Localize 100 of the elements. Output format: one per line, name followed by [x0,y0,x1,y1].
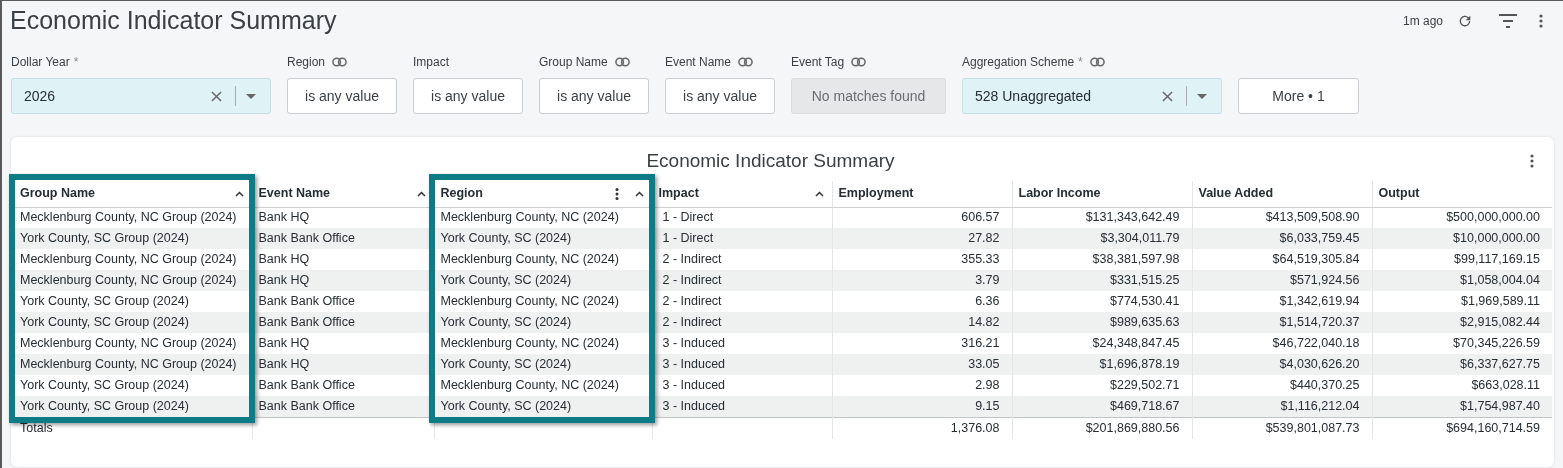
table-cell: 2 - Indirect [652,270,832,291]
required-mark: * [73,54,79,71]
required-mark: * [1078,54,1083,71]
sort-ascending-icon[interactable] [634,190,644,197]
table-cell: $440,370.25 [1192,375,1372,396]
table-cell: 355.33 [832,249,1012,270]
filter-field[interactable]: is any value [413,78,523,114]
column-header[interactable]: Value Added [1192,181,1372,207]
filter-label: Impact [413,54,449,71]
table-cell: $500,000,000.00 [1372,207,1552,228]
table-cell: $99,117,169.15 [1372,249,1552,270]
table-cell: $1,342,619.94 [1192,291,1372,312]
totals-cell: Totals [14,417,252,439]
column-header[interactable]: Impact [652,181,832,207]
table-cell: 3.79 [832,270,1012,291]
filter-field[interactable]: is any value [287,78,397,114]
column-header[interactable]: Labor Income [1012,181,1192,207]
dropdown-caret-icon[interactable] [246,93,256,99]
select-field[interactable]: 528 Unaggregated [962,78,1222,114]
filter-icon[interactable] [1499,14,1517,28]
table-cell: 6.36 [832,291,1012,312]
clear-icon[interactable] [1162,90,1173,102]
totals-cell: 1,376.08 [832,417,1012,439]
table-cell: 3 - Induced [652,333,832,354]
select-field[interactable]: 2026 [11,78,271,114]
table-cell: $774,530.41 [1012,291,1192,312]
clear-icon[interactable] [211,90,222,102]
column-menu-icon[interactable] [614,187,619,200]
link-icon[interactable] [1089,57,1105,67]
table-cell: $4,030,626.20 [1192,354,1372,375]
table-cell: 2.98 [832,375,1012,396]
link-icon[interactable] [614,57,630,67]
table-cell: 1 - Direct [652,228,832,249]
table-cell: $1,058,004.04 [1372,270,1552,291]
table-cell: $989,635.63 [1012,312,1192,333]
table-cell: 3 - Induced [652,396,832,417]
page-title: Economic Indicator Summary [10,5,337,37]
table-cell: $229,502.71 [1012,375,1192,396]
table-cell: 3 - Induced [652,354,832,375]
totals-cell: $539,801,087.73 [1192,417,1372,439]
table-cell: $331,515.25 [1012,270,1192,291]
table-cell: $1,969,589.11 [1372,291,1552,312]
column-header[interactable]: Event Name [252,181,434,207]
refresh-icon[interactable] [1457,13,1473,29]
table-cell: $1,116,212.04 [1192,396,1372,417]
table-cell: 33.05 [832,354,1012,375]
table-cell: $131,343,642.49 [1012,207,1192,228]
table-cell: $571,924.56 [1192,270,1372,291]
table-cell: 2 - Indirect [652,312,832,333]
table-cell: $46,722,040.18 [1192,333,1372,354]
table-cell: $1,514,720.37 [1192,312,1372,333]
table-cell: $2,915,082.44 [1372,312,1552,333]
table-cell: $1,754,987.40 [1372,396,1552,417]
table-cell: 14.82 [832,312,1012,333]
table-cell: 3 - Induced [652,375,832,396]
filter-label: Dollar Year [11,54,70,71]
table-cell: $663,028.11 [1372,375,1552,396]
filter-field[interactable]: is any value [665,78,775,114]
table-cell: 606.57 [832,207,1012,228]
filter-label: Region [287,54,326,71]
table-cell: $469,718.67 [1012,396,1192,417]
filter-field[interactable]: is any value [539,78,649,114]
updated-time: 1m ago [1402,13,1443,30]
column-header[interactable]: Group Name [14,181,252,207]
column-header[interactable]: Output [1372,181,1552,207]
table-cell: 9.15 [832,396,1012,417]
column-header[interactable]: Region [434,181,652,207]
filter-label: Group Name [539,54,608,71]
table-cell: $38,381,597.98 [1012,249,1192,270]
more-options-icon[interactable] [1530,154,1534,168]
table-cell: 2 - Indirect [652,291,832,312]
table-cell: $1,696,878.19 [1012,354,1192,375]
filter-field: No matches found [791,78,946,114]
link-icon[interactable] [851,57,867,67]
dropdown-caret-icon[interactable] [1197,93,1207,99]
sort-ascending-icon[interactable] [416,190,426,197]
table-title: Economic Indicator Summary [646,148,895,173]
sort-ascending-icon[interactable] [814,190,824,197]
table-cell: 316.21 [832,333,1012,354]
link-icon[interactable] [332,57,348,67]
totals-cell: $201,869,880.56 [1012,417,1192,439]
filter-label: Event Name [665,54,732,71]
filter-label: Aggregation Scheme [962,54,1075,71]
more-options-icon[interactable] [1539,14,1543,28]
filter-label: Event Tag [791,54,845,71]
table-cell: 27.82 [832,228,1012,249]
table-cell: $64,519,305.84 [1192,249,1372,270]
table-cell: $70,345,226.59 [1372,333,1552,354]
table-cell: $24,348,847.45 [1012,333,1192,354]
link-icon[interactable] [738,57,754,67]
table-cell: $6,033,759.45 [1192,228,1372,249]
table-cell: $10,000,000.00 [1372,228,1552,249]
totals-cell: $694,160,714.59 [1372,417,1552,439]
more-button[interactable]: More • 1 [1238,78,1359,114]
table-cell: $6,337,627.75 [1372,354,1552,375]
sort-ascending-icon[interactable] [234,190,244,197]
table-cell: $413,509,508.90 [1192,207,1372,228]
column-header[interactable]: Employment [832,181,1012,207]
table-cell: $3,304,011.79 [1012,228,1192,249]
table-cell: 2 - Indirect [652,249,832,270]
